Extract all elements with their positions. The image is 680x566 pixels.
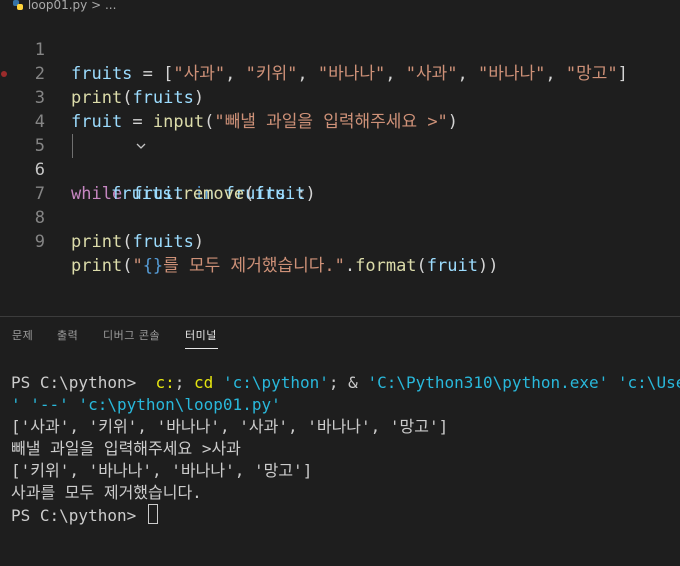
tab-debug-console[interactable]: 디버그 콘솔 — [103, 327, 160, 343]
code-line-4[interactable]: 4 — [0, 86, 680, 132]
panel-tabs: 문제 출력 디버그 콘솔 터미널 — [0, 317, 680, 351]
tab-output[interactable]: 출력 — [57, 327, 78, 343]
python-file-icon — [12, 0, 24, 10]
code-line-9[interactable]: 9 print("{}를 모두 제거했습니다.".format(fruit)) — [0, 206, 680, 276]
terminal-line: 빼낼 과일을 입력해주세요 >사과 — [11, 439, 241, 458]
breadcrumb-file[interactable]: loop01.py — [28, 0, 87, 12]
code-line-6[interactable]: 6 fruits.remove(fruit) — [0, 134, 680, 204]
tab-terminal[interactable]: 터미널 — [185, 327, 217, 343]
active-tab-indicator — [185, 348, 218, 349]
code-line-8[interactable]: 8 print(fruits) — [0, 182, 680, 252]
code-text: print("{}를 모두 제거했습니다.".format(fruit)) — [71, 256, 499, 276]
fold-chevron-icon[interactable] — [52, 110, 146, 149]
terminal-cursor[interactable] — [147, 504, 158, 524]
code-line-7[interactable]: 7 — [0, 158, 680, 204]
terminal-line: ['사과', '키위', '바나나', '사과', '바나나', '망고'] — [11, 417, 449, 436]
code-line-1[interactable]: 1 fruits = ["사과", "키위", "바나나", "사과", "바나… — [0, 14, 680, 84]
code-text: print(fruits) — [71, 232, 205, 252]
code-editor[interactable]: 1 fruits = ["사과", "키위", "바나나", "사과", "바나… — [0, 12, 680, 316]
breadcrumb-separator: > — [91, 0, 102, 12]
code-line-2[interactable]: 2 print(fruits) — [0, 38, 680, 108]
terminal-line: 사과를 모두 제거했습니다. — [11, 483, 202, 502]
breadcrumb: loop01.py > ... — [0, 0, 680, 12]
terminal-prompt-line: PS C:\python> — [11, 504, 158, 526]
breadcrumb-ellipsis[interactable]: ... — [105, 0, 116, 12]
terminal-line: ' '--' 'c:\python\loop01.py' — [11, 395, 281, 414]
tab-problems[interactable]: 문제 — [12, 327, 33, 343]
terminal-line: ['키위', '바나나', '바나나', '망고'] — [11, 461, 313, 480]
code-line-3[interactable]: 3 fruit = input("빼낼 과일을 입력해주세요 >") — [0, 62, 680, 132]
terminal[interactable]: PS C:\python> c:; cd 'c:\python'; & 'C:\… — [0, 351, 680, 566]
terminal-line: PS C:\python> c:; cd 'c:\python'; & 'C:\… — [11, 373, 680, 392]
code-line-5[interactable]: 5 while fruit in fruits : — [0, 110, 680, 204]
vscode-window: loop01.py > ... 1 fruits = ["사과", "키위", … — [0, 0, 680, 566]
line-number: 9 — [34, 232, 45, 252]
